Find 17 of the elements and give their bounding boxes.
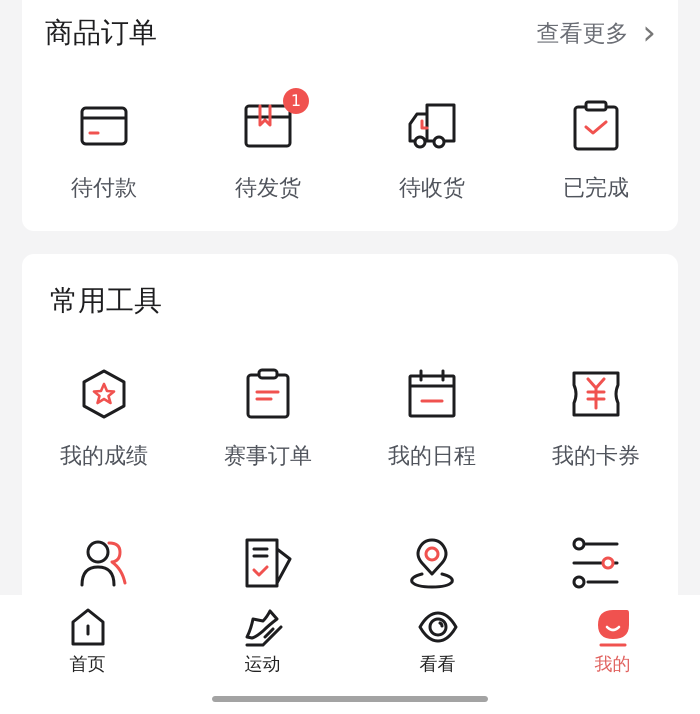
menu-item-label[interactable]: 我的卡券 (552, 442, 640, 472)
section-title: 常用工具 (50, 283, 162, 319)
menu-item-label[interactable]: 待发货 (235, 174, 301, 204)
menu-item-label[interactable]: 待收货 (399, 174, 465, 204)
menu-item-label[interactable]: 赛事订单 (224, 442, 312, 472)
menu-item-label[interactable]: 已完成 (563, 174, 629, 204)
calendar-icon (406, 368, 458, 420)
menu-item-label[interactable]: 我的日程 (388, 442, 476, 472)
menu-item-label[interactable]: 待付款 (71, 174, 137, 204)
tab[interactable]: 首页 (70, 653, 106, 677)
count-badge: 1 (283, 88, 309, 114)
menu-item-label[interactable]: 我的成绩 (60, 442, 148, 472)
tab[interactable]: 运动 (244, 653, 280, 677)
view-more-link[interactable]: 查看更多 › (536, 16, 656, 50)
section-title: 商品订单 (45, 15, 157, 51)
shoe-icon (242, 607, 282, 647)
tab[interactable]: 看看 (420, 653, 456, 677)
